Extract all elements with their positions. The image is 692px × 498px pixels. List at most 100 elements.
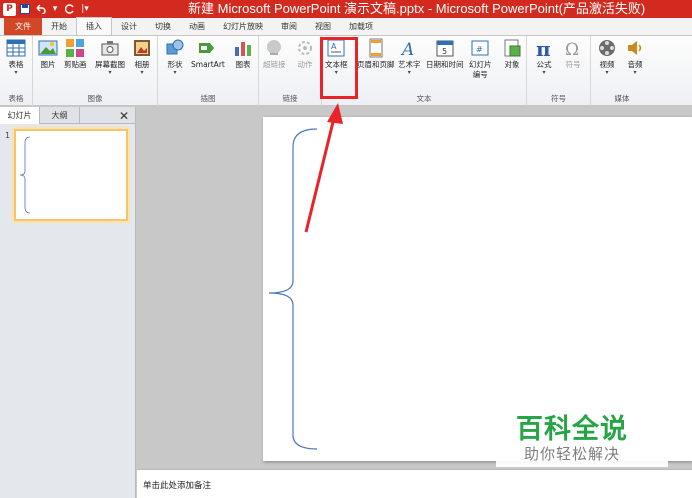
audio-button[interactable]: 音频 ▾ [625,38,645,76]
tab-design[interactable]: 设计 [112,18,146,35]
tab-outline[interactable]: 大纲 [40,107,80,124]
group-label-images: 图像 [87,94,103,103]
slide-number-button[interactable]: # 幻灯片 编号 [469,38,492,80]
group-links: 超链接 动作 链接 [259,36,322,106]
chart-icon [235,42,251,56]
calendar-icon: 5 [436,40,454,57]
watermark: 百科全说 助你轻松解决 [496,405,668,467]
customize-icon[interactable]: |▾ [79,3,91,15]
shapes-arrow: ▾ [173,69,177,76]
tab-transitions[interactable]: 切换 [146,18,180,35]
svg-text:π: π [536,38,551,58]
picture-button[interactable]: 图片 [38,38,58,70]
header-footer-icon [369,38,383,58]
header-footer-button[interactable]: 页眉和页脚 [357,38,395,70]
group-images: 图片 剪贴画 屏幕截图 ▾ 相册 ▾ 图像 [33,36,158,106]
group-label-media: 媒体 [614,94,630,103]
datetime-button[interactable]: 5 日期和时间 [426,38,464,70]
clipart-label: 剪贴画 [64,60,87,69]
wordart-button[interactable]: A 艺术字 ▾ [398,38,421,76]
header-footer-label: 页眉和页脚 [357,60,395,69]
tab-review[interactable]: 审阅 [272,18,306,35]
quick-access-toolbar: P ▾ |▾ [0,2,180,16]
tab-file[interactable]: 文件 [4,18,42,35]
pi-icon: π [536,38,551,58]
notes-placeholder: 单击此处添加备注 [143,481,212,491]
close-icon[interactable]: ✕ [119,109,129,123]
group-label-symbols: 符号 [551,94,566,103]
undo-icon[interactable] [34,3,46,15]
powerpoint-logo-icon[interactable]: P [3,2,16,16]
group-label-links: 链接 [282,94,298,103]
object-label: 对象 [504,60,520,69]
tab-view[interactable]: 视图 [306,18,340,35]
chart-button[interactable]: 图表 [233,38,253,70]
audio-arrow: ▾ [633,69,637,76]
wordart-icon: A [400,40,414,58]
action-label: 动作 [297,60,313,69]
omega-icon: Ω [565,40,579,58]
album-arrow: ▾ [140,69,144,76]
ribbon-tabs: 文件 开始 插入 设计 切换 动画 幻灯片放映 审阅 视图 加载项 [0,17,692,36]
album-button[interactable]: 相册 ▾ [132,38,152,76]
svg-text:5: 5 [442,47,447,56]
table-icon [6,39,26,57]
group-illustrations: 形状 ▾ SmartArt 图表 插图 [158,36,259,106]
smartart-label: SmartArt [191,60,225,69]
shapes-button[interactable]: 形状 ▾ [165,38,185,76]
slide-thumbnail[interactable] [14,129,128,221]
slide-thumbnail-number: 1 [5,131,11,140]
film-reel-icon [599,40,615,56]
group-label-tables: 表格 [8,94,24,103]
slide-number-label: 幻灯片 编号 [469,60,492,79]
video-button[interactable]: 视频 ▾ [597,38,617,76]
chart-label: 图表 [235,60,251,69]
slide-number-icon: # [471,40,489,56]
action-icon [298,41,312,55]
screenshot-button[interactable]: 屏幕截图 ▾ [95,38,125,76]
clipart-button[interactable]: 剪贴画 [64,38,87,70]
tab-home[interactable]: 开始 [42,18,76,35]
hyperlink-button[interactable]: 超链接 [263,38,286,70]
clipart-icon [66,39,85,57]
window-title: 新建 Microsoft PowerPoint 演示文稿.pptx - Micr… [188,1,646,16]
slides-panel: 幻灯片 大纲 ✕ 1 [0,107,136,498]
smartart-icon [198,43,214,53]
table-button[interactable]: 表格 ▾ [6,38,26,76]
screenshot-icon [101,41,119,56]
panel-tabs: 幻灯片 大纲 [0,107,135,124]
wordart-arrow: ▾ [407,69,411,76]
tab-slides[interactable]: 幻灯片 [0,107,40,124]
album-icon [134,40,150,56]
action-button[interactable]: 动作 [295,38,315,70]
watermark-sub-text: 助你轻松解决 [524,445,621,463]
equation-arrow: ▾ [542,69,546,76]
symbol-button[interactable]: Ω 符号 [563,38,583,70]
tab-slideshow[interactable]: 幻灯片放映 [214,18,272,35]
notes-pane[interactable]: 单击此处添加备注 [137,469,692,498]
svg-text:Ω: Ω [565,40,579,58]
video-arrow: ▾ [605,69,609,76]
group-media: 视频 ▾ 音频 ▾ 媒体 [591,36,653,106]
group-tables: 表格 ▾ 表格 [0,36,33,106]
table-arrow: ▾ [14,69,18,76]
smartart-button[interactable]: SmartArt [191,38,225,70]
undo-dropdown-icon[interactable]: ▾ [49,3,61,15]
save-icon[interactable] [19,3,31,15]
speaker-icon [628,41,642,55]
svg-text:#: # [476,45,483,54]
tab-addins[interactable]: 加载项 [340,18,382,35]
datetime-label: 日期和时间 [426,60,464,69]
symbol-label: 符号 [565,60,581,69]
watermark-main-text: 百科全说 [516,414,628,445]
title-bar: P ▾ |▾ 新建 Microsoft PowerPoint 演示文稿.pptx… [0,0,692,18]
object-button[interactable]: 对象 [502,38,522,70]
svg-text:A: A [400,40,414,58]
hyperlink-icon [267,40,282,55]
thumbnail-brace-icon [19,136,31,214]
redo-icon[interactable] [64,3,76,15]
equation-button[interactable]: π 公式 ▾ [534,38,554,76]
tab-insert[interactable]: 插入 [76,17,112,35]
screenshot-arrow: ▾ [108,69,112,76]
tab-animations[interactable]: 动画 [180,18,214,35]
